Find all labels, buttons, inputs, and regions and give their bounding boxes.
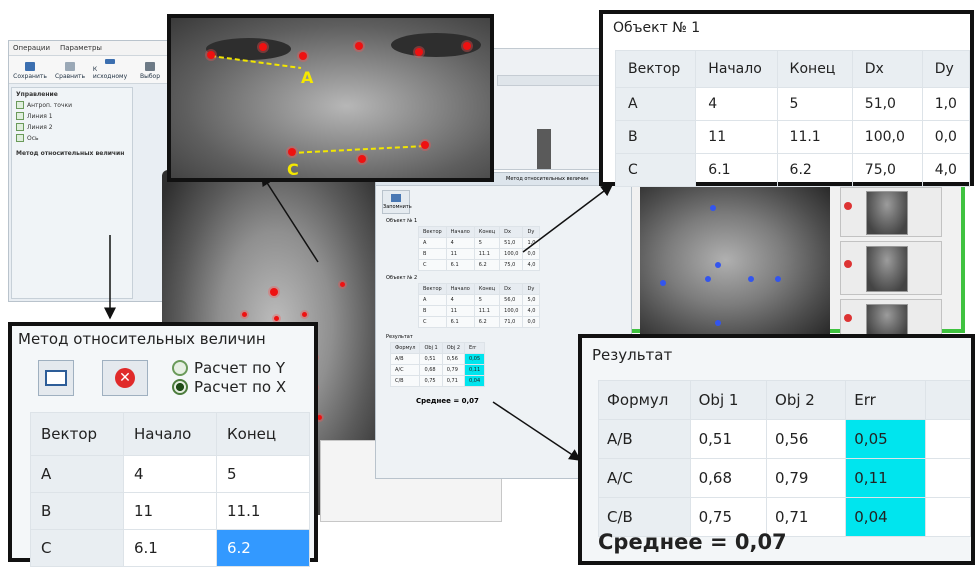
table-cell: C <box>30 529 124 567</box>
table-header: Вектор Начало Конец Dx Dy <box>614 50 971 88</box>
error-cell: 0,11 <box>845 458 926 498</box>
column-header: Вектор <box>30 412 124 456</box>
table-cell: A <box>614 87 697 121</box>
table-cell: 0,56 <box>766 419 847 459</box>
radio-calc-y[interactable]: Расчет по Y <box>172 359 285 377</box>
table-cell: 6.1 <box>123 529 217 567</box>
table-cell: 11 <box>695 120 778 154</box>
radio-y-label: Расчет по Y <box>194 359 285 377</box>
table-cell: 0,68 <box>689 458 768 498</box>
landmark-point <box>415 48 423 56</box>
arrow-result-to-panel <box>492 401 582 461</box>
table-cell: 1,0 <box>921 87 971 121</box>
table-cell: 11.1 <box>776 120 853 154</box>
table-row[interactable]: A 4 5 <box>30 455 310 493</box>
label-c: C <box>287 160 299 179</box>
table-cell: 0,51 <box>689 419 768 459</box>
radio-calc-x[interactable]: Расчет по X <box>172 378 286 396</box>
error-cell: 0,05 <box>845 419 926 459</box>
column-header: Начало <box>695 50 778 88</box>
landmark-point <box>288 148 296 156</box>
table-header: Формул Obj 1 Obj 2 Err <box>598 380 972 420</box>
landmark-point <box>358 155 366 163</box>
table-row[interactable]: A 4 5 51,0 1,0 <box>614 87 971 121</box>
method-title: Метод относительных величин <box>18 330 266 348</box>
result-title: Результат <box>592 346 673 364</box>
column-header: Obj 2 <box>766 380 847 420</box>
landmark-point <box>207 51 215 59</box>
object1-table: Вектор Начало Конец Dx Dy A 4 5 51,0 1,0… <box>614 50 971 187</box>
table-cell: 51,0 <box>851 87 923 121</box>
landmark-point <box>299 52 307 60</box>
column-header: Формул <box>598 380 691 420</box>
table-cell: 0,0 <box>921 120 971 154</box>
radio-selected-icon <box>172 379 188 395</box>
column-header-empty <box>924 380 972 420</box>
result-table: Формул Obj 1 Obj 2 Err A/B 0,51 0,56 0,0… <box>598 380 972 537</box>
table-row[interactable]: A/B 0,51 0,56 0,05 <box>598 419 972 459</box>
table-cell: 11 <box>123 492 217 530</box>
line-c <box>290 145 427 154</box>
clear-button[interactable]: ✕ <box>102 360 148 396</box>
zoom-face-panel: A C <box>167 14 494 182</box>
table-cell: A <box>30 455 124 493</box>
column-header: Obj 1 <box>689 380 768 420</box>
selected-cell[interactable]: 6.2 <box>216 529 310 567</box>
arrow-table-to-object1 <box>522 184 614 253</box>
table-cell: 6.1 <box>695 153 778 187</box>
table-cell: 4 <box>123 455 217 493</box>
landmark-point <box>355 42 363 50</box>
average-value: Среднее = 0,07 <box>598 530 787 554</box>
table-row[interactable]: A/C 0,68 0,79 0,11 <box>598 458 972 498</box>
table-cell: 6.2 <box>776 153 853 187</box>
line-a <box>210 55 302 69</box>
table-cell: A/B <box>598 419 691 459</box>
column-header: Конец <box>216 412 310 456</box>
radio-icon <box>172 360 188 376</box>
result-panel: Результат Формул Obj 1 Obj 2 Err A/B 0,5… <box>578 334 975 565</box>
column-header: Dx <box>851 50 923 88</box>
close-icon: ✕ <box>115 368 135 388</box>
column-header: Вектор <box>614 50 697 88</box>
method-table: Вектор Начало Конец A 4 5 B 11 11.1 C 6.… <box>30 412 310 567</box>
method-panel: Метод относительных величин ✕ Расчет по … <box>8 322 318 567</box>
arrow-face-to-zoom <box>261 173 319 263</box>
table-cell: B <box>614 120 697 154</box>
table-cell: 5 <box>776 87 853 121</box>
table-cell: 0,79 <box>766 458 847 498</box>
table-cell: 11.1 <box>216 492 310 530</box>
object1-title: Объект № 1 <box>613 20 701 36</box>
column-header: Начало <box>123 412 217 456</box>
label-a: A <box>301 68 314 87</box>
table-cell: 5 <box>216 455 310 493</box>
landmark-point <box>463 42 471 50</box>
object1-panel: Объект № 1 Вектор Начало Конец Dx Dy A 4… <box>599 10 974 187</box>
monitor-icon <box>45 370 67 386</box>
table-row[interactable]: C 6.1 6.2 <box>30 529 310 567</box>
landmark-point <box>421 141 429 149</box>
table-cell: B <box>30 492 124 530</box>
landmark-point <box>259 43 267 51</box>
table-row[interactable]: B 11 11.1 100,0 0,0 <box>614 120 971 154</box>
table-cell: 75,0 <box>851 153 923 187</box>
table-cell: 4 <box>695 87 778 121</box>
table-cell <box>924 497 972 537</box>
radio-x-label: Расчет по X <box>194 378 287 396</box>
table-cell <box>924 419 972 459</box>
zoom-overlay <box>210 55 427 154</box>
table-cell: A/C <box>598 458 691 498</box>
table-header: Вектор Начало Конец <box>30 412 310 456</box>
save-result-button[interactable] <box>38 360 74 396</box>
table-cell: 100,0 <box>851 120 923 154</box>
table-row[interactable]: B 11 11.1 <box>30 492 310 530</box>
error-cell: 0,04 <box>845 497 926 537</box>
column-header: Конец <box>776 50 853 88</box>
table-cell <box>924 458 972 498</box>
table-cell: C <box>614 153 697 187</box>
column-header: Dy <box>921 50 971 88</box>
column-header: Err <box>845 380 926 420</box>
table-cell: 4,0 <box>921 153 971 187</box>
table-row[interactable]: C 6.1 6.2 75,0 4,0 <box>614 153 971 187</box>
